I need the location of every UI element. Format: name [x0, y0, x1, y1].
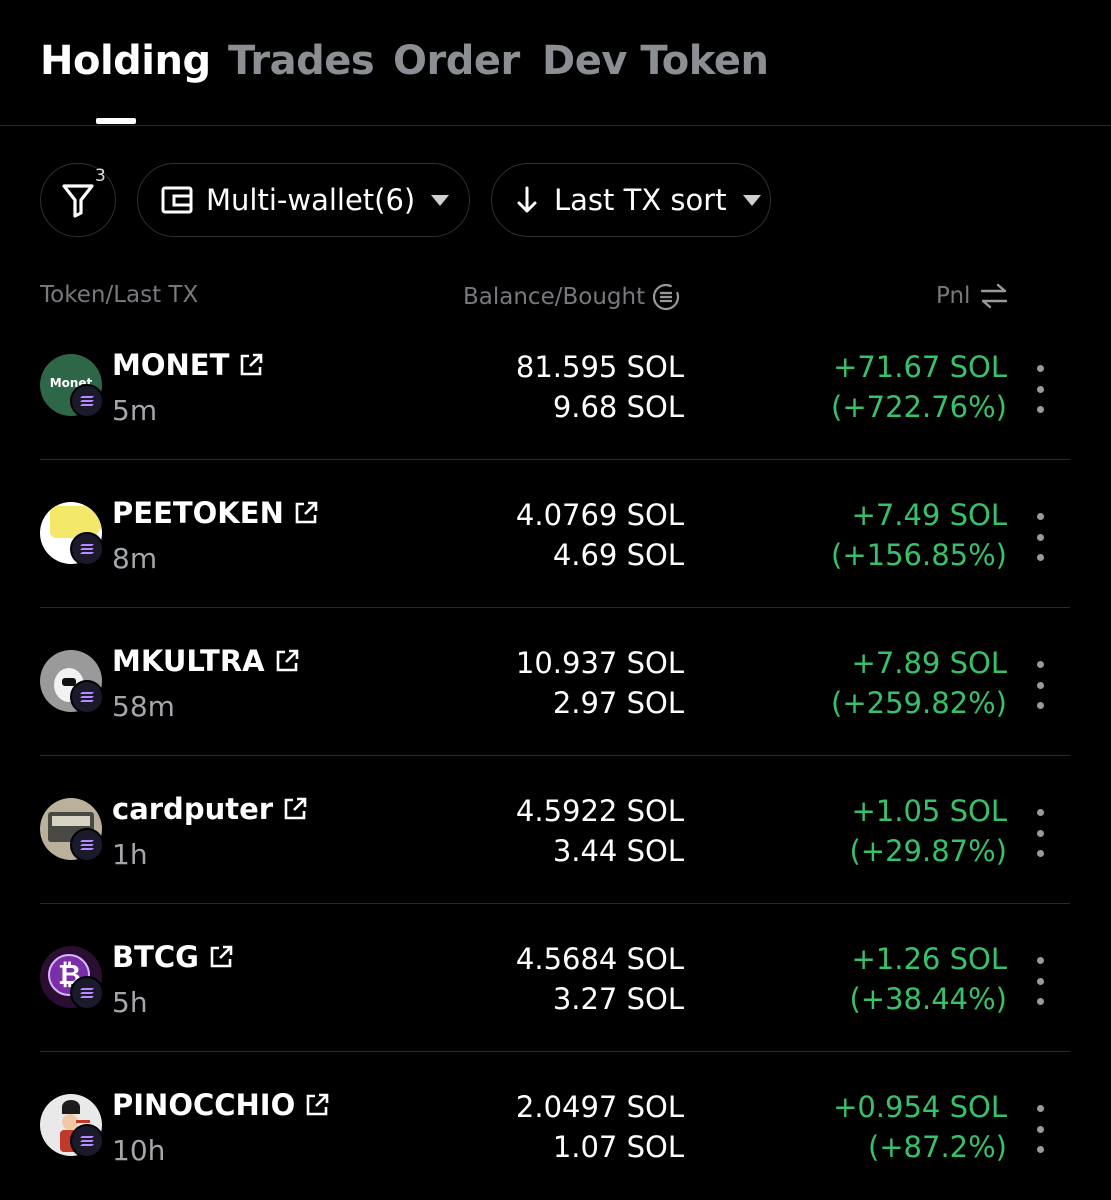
solana-icon: [70, 532, 104, 566]
active-tab-indicator: [96, 118, 136, 124]
token-name-text: BTCG: [112, 940, 199, 974]
bought-value: 3.44 SOL: [552, 834, 684, 868]
wallet-icon: [161, 186, 193, 214]
tab-trades[interactable]: Trades: [228, 38, 375, 84]
token-name[interactable]: PEETOKEN: [112, 496, 320, 530]
external-link-icon[interactable]: [207, 943, 235, 971]
filter-count-badge: 3: [95, 166, 106, 186]
pnl-percent: (+38.44%): [849, 982, 1007, 1016]
external-link-icon[interactable]: [281, 795, 309, 823]
external-link-icon[interactable]: [237, 351, 265, 379]
arrow-down-icon: [517, 186, 537, 213]
pnl-percent: (+722.76%): [831, 390, 1007, 424]
pnl-value: +7.89 SOL: [851, 646, 1007, 680]
bought-value: 3.27 SOL: [552, 982, 684, 1016]
token-name[interactable]: BTCG: [112, 940, 235, 974]
holding-row[interactable]: Monet MONET 5m 81.595 SOL 9.68 SOL +71.6…: [0, 312, 1111, 460]
token-name-text: PINOCCHIO: [112, 1088, 296, 1122]
pnl-value: +71.67 SOL: [833, 350, 1007, 384]
pnl-value: +0.954 SOL: [833, 1090, 1007, 1124]
wallet-selector-label: Multi-wallet(6): [206, 183, 416, 217]
toggle-display-icon[interactable]: [651, 282, 681, 312]
bought-value: 1.07 SOL: [552, 1130, 684, 1164]
token-name[interactable]: PINOCCHIO: [112, 1088, 331, 1122]
holding-row[interactable]: MKULTRA 58m 10.937 SOL 2.97 SOL +7.89 SO…: [0, 608, 1111, 756]
pnl-percent: (+156.85%): [831, 538, 1007, 572]
column-header-token: Token/Last TX: [40, 282, 199, 308]
column-header-pnl: Pnl: [936, 282, 1010, 310]
chevron-down-icon: [742, 194, 761, 206]
last-tx-time: 5m: [112, 394, 158, 427]
pnl-percent: (+29.87%): [849, 834, 1007, 868]
token-name-text: MKULTRA: [112, 644, 265, 678]
last-tx-time: 10h: [112, 1134, 166, 1167]
balance-value: 4.5684 SOL: [515, 942, 684, 976]
wallet-selector[interactable]: Multi-wallet(6): [137, 163, 470, 237]
balance-value: 4.5922 SOL: [515, 794, 684, 828]
pnl-value: +1.26 SOL: [851, 942, 1007, 976]
tab-order[interactable]: Order: [393, 38, 520, 84]
last-tx-time: 5h: [112, 986, 148, 1019]
token-name-text: cardputer: [112, 792, 274, 826]
token-name-text: PEETOKEN: [112, 496, 284, 530]
external-link-icon[interactable]: [303, 1091, 331, 1119]
last-tx-time: 58m: [112, 690, 175, 723]
more-options-icon[interactable]: [1028, 513, 1052, 561]
balance-value: 10.937 SOL: [515, 646, 684, 680]
column-header-balance: Balance/Bought: [463, 282, 681, 312]
tab-holding[interactable]: Holding: [40, 38, 211, 84]
sort-selector[interactable]: Last TX sort: [491, 163, 771, 237]
solana-icon: [70, 680, 104, 714]
filter-icon: [62, 184, 94, 218]
balance-value: 2.0497 SOL: [515, 1090, 684, 1124]
chevron-down-icon: [431, 194, 450, 206]
solana-icon: [70, 828, 104, 862]
balance-value: 4.0769 SOL: [515, 498, 684, 532]
bought-value: 4.69 SOL: [552, 538, 684, 572]
tab-bar: Holding Trades Order Dev Token: [0, 0, 1111, 126]
holding-row[interactable]: cardputer 1h 4.5922 SOL 3.44 SOL +1.05 S…: [0, 756, 1111, 904]
solana-icon: [70, 1124, 104, 1158]
token-name-text: MONET: [112, 348, 230, 382]
token-name[interactable]: MKULTRA: [112, 644, 301, 678]
column-header-balance-label: Balance/Bought: [463, 284, 646, 310]
more-options-icon[interactable]: [1028, 365, 1052, 413]
token-name[interactable]: MONET: [112, 348, 265, 382]
pnl-value: +1.05 SOL: [851, 794, 1007, 828]
more-options-icon[interactable]: [1028, 661, 1052, 709]
more-options-icon[interactable]: [1028, 957, 1052, 1005]
holding-row[interactable]: PINOCCHIO 10h 2.0497 SOL 1.07 SOL +0.954…: [0, 1052, 1111, 1200]
swap-icon[interactable]: [978, 282, 1010, 310]
pnl-percent: (+259.82%): [831, 686, 1007, 720]
more-options-icon[interactable]: [1028, 809, 1052, 857]
holding-row[interactable]: ₿ BTCG 5h 4.5684 SOL 3.27 SOL +1.26 SOL …: [0, 904, 1111, 1052]
tab-dev-token[interactable]: Dev Token: [542, 38, 769, 84]
bought-value: 2.97 SOL: [552, 686, 684, 720]
column-header-pnl-label: Pnl: [936, 283, 971, 309]
balance-value: 81.595 SOL: [515, 350, 684, 384]
bought-value: 9.68 SOL: [552, 390, 684, 424]
external-link-icon[interactable]: [292, 499, 320, 527]
last-tx-time: 8m: [112, 542, 158, 575]
solana-icon: [70, 384, 104, 418]
last-tx-time: 1h: [112, 838, 148, 871]
more-options-icon[interactable]: [1028, 1105, 1052, 1153]
sort-selector-label: Last TX sort: [554, 183, 727, 217]
external-link-icon[interactable]: [273, 647, 301, 675]
pnl-percent: (+87.2%): [867, 1130, 1007, 1164]
holding-row[interactable]: PEETOKEN 8m 4.0769 SOL 4.69 SOL +7.49 SO…: [0, 460, 1111, 608]
pnl-value: +7.49 SOL: [851, 498, 1007, 532]
token-name[interactable]: cardputer: [112, 792, 309, 826]
solana-icon: [70, 976, 104, 1010]
